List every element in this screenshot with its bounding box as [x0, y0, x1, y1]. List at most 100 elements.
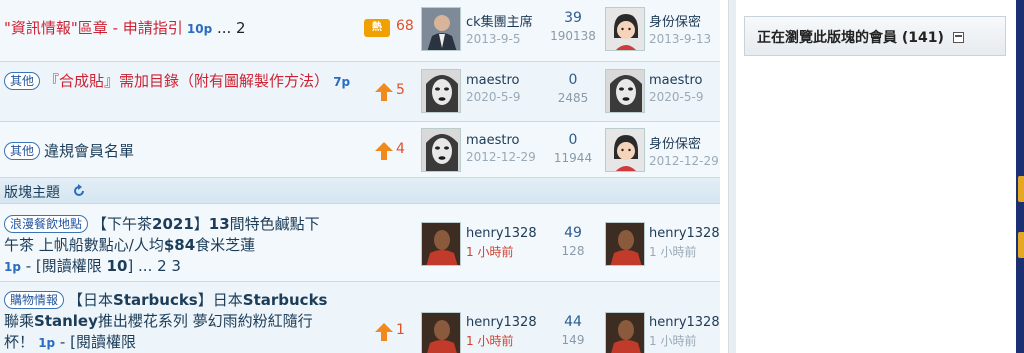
man-photo-avatar[interactable]: [421, 222, 461, 266]
last-poster[interactable]: maestro: [649, 73, 703, 88]
up-arrow-icon: [375, 323, 393, 341]
up-arrow-icon: [375, 83, 393, 101]
author-name[interactable]: ck集團主席: [466, 15, 533, 30]
thread-icon-cell: 5: [370, 80, 420, 104]
last-post-date[interactable]: 1 小時前: [649, 243, 720, 260]
thread-title-link[interactable]: 『合成貼』需加目錄（附有圖解製作方法）: [44, 72, 329, 90]
title-segment: 】: [193, 215, 209, 233]
thread-tag[interactable]: 其他: [4, 142, 41, 160]
thread-tag[interactable]: 購物情報: [4, 291, 65, 309]
stats-cell: 0 2485: [548, 72, 598, 105]
thread-row[interactable]: 浪漫餐飲地點 【下午茶2021】13間特色鹹點下午茶 上帆船數點心/人均$84食米…: [0, 204, 720, 282]
page-links[interactable]: ] ... 2 3: [127, 257, 181, 275]
last-poster[interactable]: henry1328: [649, 226, 720, 241]
man-photo-avatar[interactable]: [605, 312, 645, 353]
last-post-cell: maestro 2020-5-9: [649, 73, 720, 104]
up-arrow-icon: [375, 142, 393, 160]
title-segment: 【日本: [68, 291, 114, 309]
thread-tag[interactable]: 其他: [4, 72, 41, 90]
hot-icon: 熱: [364, 19, 390, 37]
thread-row[interactable]: 其他 違規會員名單 4 maestro 2012-12-29 0 11944 身份…: [0, 122, 720, 178]
stats-cell: 44 149: [548, 314, 598, 347]
members-count: (141): [901, 30, 944, 46]
icon-count: 1: [396, 322, 405, 338]
thread-row[interactable]: "資訊情報"區章 - 申請指引 10p ... 2 熱 68 ck集團主席 20…: [0, 0, 720, 62]
reply-count: 0: [568, 72, 578, 88]
view-count: 149: [561, 333, 585, 347]
title-segment: Stanley: [34, 312, 98, 330]
reply-count: 0: [568, 132, 578, 148]
view-count: 11944: [553, 151, 593, 165]
reply-count: 49: [564, 225, 582, 241]
page-links[interactable]: ... 2: [212, 19, 246, 37]
last-poster[interactable]: henry1328: [649, 315, 720, 330]
section-title: 版塊主題: [4, 185, 60, 201]
thread-title-cell[interactable]: 其他 『合成貼』需加目錄（附有圖解製作方法） 7p: [4, 71, 364, 93]
reply-count: 44: [564, 314, 582, 330]
last-post-cell: henry1328 1 小時前: [649, 226, 720, 260]
read-permission-level: 10: [106, 257, 128, 275]
last-post-date[interactable]: 2012-12-29: [649, 154, 720, 168]
thread-title-link[interactable]: 違規會員名單: [44, 142, 134, 160]
thread-title-cell[interactable]: 浪漫餐飲地點 【下午茶2021】13間特色鹹點下午茶 上帆船數點心/人均$84食米…: [4, 214, 334, 278]
thread-tag[interactable]: 浪漫餐飲地點: [4, 215, 89, 233]
column-divider: [728, 0, 736, 353]
thread-title-cell[interactable]: 購物情報 【日本Starbucks】日本Starbucks聯乘Stanley推出櫻…: [4, 290, 334, 353]
man-photo-avatar[interactable]: [605, 222, 645, 266]
anonymous-girl-avatar[interactable]: [605, 7, 645, 51]
author-name[interactable]: henry1328: [466, 226, 537, 241]
man-photo-avatar[interactable]: [421, 312, 461, 353]
woman-face-avatar[interactable]: [605, 69, 645, 113]
icon-count: 4: [396, 141, 405, 157]
online-members-box[interactable]: 正在瀏覽此版塊的會員 (141): [744, 16, 1006, 56]
edge-tab[interactable]: [1018, 176, 1024, 202]
page-count[interactable]: 1p: [34, 336, 55, 350]
title-segment: Starbucks: [242, 291, 328, 309]
last-post-cell: 身份保密 2012-12-29: [649, 133, 720, 168]
thread-row[interactable]: 其他 『合成貼』需加目錄（附有圖解製作方法） 7p 5 maestro 2020-…: [0, 62, 720, 122]
view-count: 190138: [550, 29, 596, 43]
thread-row[interactable]: 購物情報 【日本Starbucks】日本Starbucks聯乘Stanley推出櫻…: [0, 282, 720, 353]
author-name[interactable]: maestro: [466, 133, 520, 148]
last-poster[interactable]: 身份保密: [649, 137, 701, 152]
thread-icon-cell: 4: [370, 139, 420, 163]
last-post-date[interactable]: 2020-5-9: [649, 90, 720, 104]
stats-cell: 0 11944: [548, 132, 598, 165]
stats-cell: 39 190138: [548, 10, 598, 43]
woman-face-avatar[interactable]: [421, 69, 461, 113]
page-count[interactable]: 7p: [329, 75, 350, 89]
thread-icon-cell: 1: [370, 320, 420, 344]
collapse-toggle-icon[interactable]: [952, 32, 964, 43]
members-label: 正在瀏覽此版塊的會員: [757, 30, 897, 46]
edge-tab[interactable]: [1018, 232, 1024, 258]
last-post-date[interactable]: 1 小時前: [649, 332, 720, 349]
icon-count: 5: [396, 82, 405, 98]
title-segment: $84: [163, 236, 196, 254]
last-poster[interactable]: 身份保密: [649, 15, 701, 30]
page-count[interactable]: 1p: [4, 260, 21, 274]
thread-title-link[interactable]: "資訊情報"區章 - 申請指引: [4, 19, 183, 37]
reply-count: 39: [564, 10, 582, 26]
section-header: 版塊主題: [0, 178, 720, 204]
man-suit-avatar[interactable]: [421, 7, 461, 51]
author-name[interactable]: henry1328: [466, 315, 537, 330]
last-post-cell: 身份保密 2013-9-13: [649, 11, 720, 46]
anonymous-girl-avatar[interactable]: [605, 128, 645, 172]
read-permission: - [閱讀權限: [20, 257, 107, 275]
refresh-icon[interactable]: [72, 184, 86, 198]
title-segment: 2021: [152, 215, 194, 233]
title-segment: 食米芝蓮: [195, 236, 256, 254]
read-permission: - [閱讀權限: [55, 333, 136, 351]
title-segment: 聯乘: [4, 312, 35, 330]
woman-face-avatar[interactable]: [421, 128, 461, 172]
view-count: 2485: [557, 91, 589, 105]
last-post-date[interactable]: 2013-9-13: [649, 32, 720, 46]
thread-icon-cell: 熱 68: [364, 16, 420, 40]
author-name[interactable]: maestro: [466, 73, 520, 88]
stats-cell: 49 128: [548, 225, 598, 258]
sidebar: 正在瀏覽此版塊的會員 (141): [744, 0, 1016, 353]
last-post-cell: henry1328 1 小時前: [649, 315, 720, 349]
thread-title-cell[interactable]: "資訊情報"區章 - 申請指引 10p ... 2: [4, 18, 364, 40]
thread-title-cell[interactable]: 其他 違規會員名單: [4, 141, 364, 162]
page-count[interactable]: 10p: [183, 22, 212, 36]
